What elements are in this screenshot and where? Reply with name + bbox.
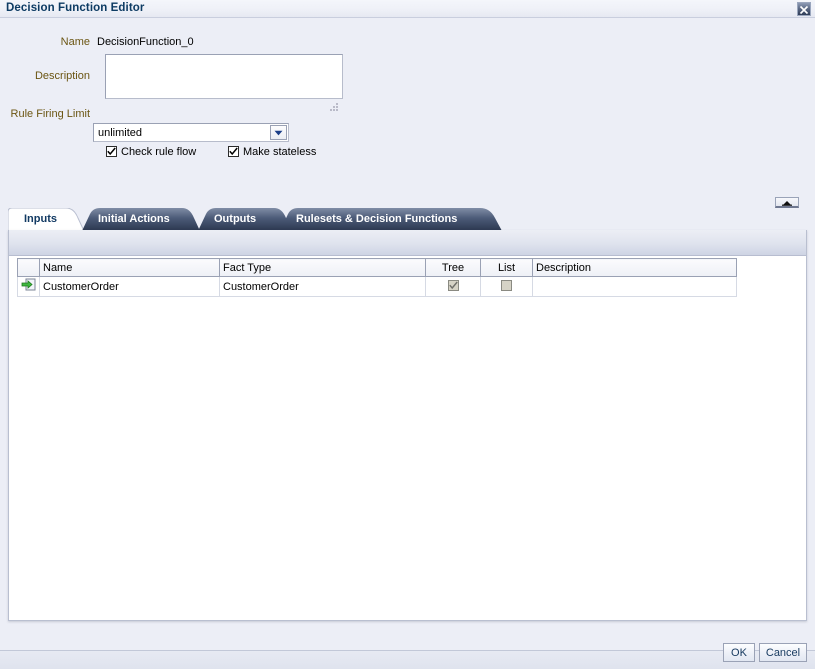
make-stateless-label: Make stateless <box>243 146 317 158</box>
column-header-description[interactable]: Description <box>532 258 737 277</box>
check-rule-flow-checkbox[interactable]: Check rule flow <box>106 146 196 158</box>
make-stateless-checkbox[interactable]: Make stateless <box>228 146 316 158</box>
ok-button[interactable]: OK <box>723 643 755 662</box>
chevron-down-icon <box>274 130 283 136</box>
tab-initial-actions[interactable]: Initial Actions <box>82 208 204 231</box>
tab-rulesets-decision-functions[interactable]: Rulesets & Decision Functions <box>280 208 504 231</box>
table-header-row: Name Fact Type Tree List Description <box>17 258 737 277</box>
column-header-fact-type[interactable]: Fact Type <box>219 258 426 277</box>
tab-outputs-label: Outputs <box>214 213 257 225</box>
rule-firing-limit-value: unlimited <box>98 127 143 139</box>
collapse-panel-button[interactable] <box>775 197 799 208</box>
checkbox-box <box>106 146 117 157</box>
footer-bar <box>0 650 815 669</box>
cell-description[interactable] <box>532 276 737 297</box>
panel-toolbar <box>9 230 806 256</box>
tree-checkbox[interactable] <box>447 280 459 291</box>
tab-initial-actions-label: Initial Actions <box>98 213 170 225</box>
resize-grip-icon <box>330 103 339 112</box>
cell-name[interactable]: CustomerOrder <box>39 276 220 297</box>
column-header-list[interactable]: List <box>480 258 533 277</box>
tab-inputs-label: Inputs <box>24 213 57 225</box>
list-checkbox[interactable] <box>501 280 512 291</box>
input-document-icon <box>21 278 36 291</box>
form-area: Name DecisionFunction_0 Description Rule… <box>0 18 815 188</box>
checkmark-icon <box>448 281 458 290</box>
rule-firing-limit-select[interactable]: unlimited <box>93 123 289 142</box>
dialog-titlebar: Decision Function Editor <box>0 0 815 18</box>
name-label: Name <box>60 36 90 48</box>
checkmark-icon <box>229 147 238 156</box>
cell-tree[interactable] <box>425 276 481 297</box>
dialog-title: Decision Function Editor <box>6 2 145 14</box>
column-header-select[interactable] <box>17 258 40 277</box>
rule-firing-limit-label: Rule Firing Limit <box>10 108 90 120</box>
tab-strip: Inputs Initial Actions Outputs Rulesets … <box>8 208 807 231</box>
close-icon <box>799 5 809 15</box>
column-header-name[interactable]: Name <box>39 258 220 277</box>
table-row[interactable]: CustomerOrder CustomerOrder <box>17 276 737 297</box>
tab-inputs[interactable]: Inputs <box>8 208 88 231</box>
row-type-icon-cell <box>17 276 40 297</box>
cell-list[interactable] <box>480 276 533 297</box>
check-rule-flow-label: Check rule flow <box>121 146 197 158</box>
tab-content-panel: Name Fact Type Tree List Description Cus… <box>8 230 807 621</box>
inputs-table: Name Fact Type Tree List Description Cus… <box>17 258 737 297</box>
rule-firing-limit-dropdown-button[interactable] <box>270 125 287 140</box>
close-button[interactable] <box>797 2 811 16</box>
checkbox-box <box>228 146 239 157</box>
description-label: Description <box>34 70 90 82</box>
tab-rulesets-decision-functions-label: Rulesets & Decision Functions <box>296 213 458 225</box>
column-header-tree[interactable]: Tree <box>425 258 481 277</box>
cell-fact-type[interactable]: CustomerOrder <box>219 276 426 297</box>
chevron-up-icon <box>782 201 792 206</box>
cancel-button[interactable]: Cancel <box>759 643 807 662</box>
name-value: DecisionFunction_0 <box>97 36 194 48</box>
description-input[interactable] <box>105 54 343 99</box>
checkmark-icon <box>107 147 116 156</box>
